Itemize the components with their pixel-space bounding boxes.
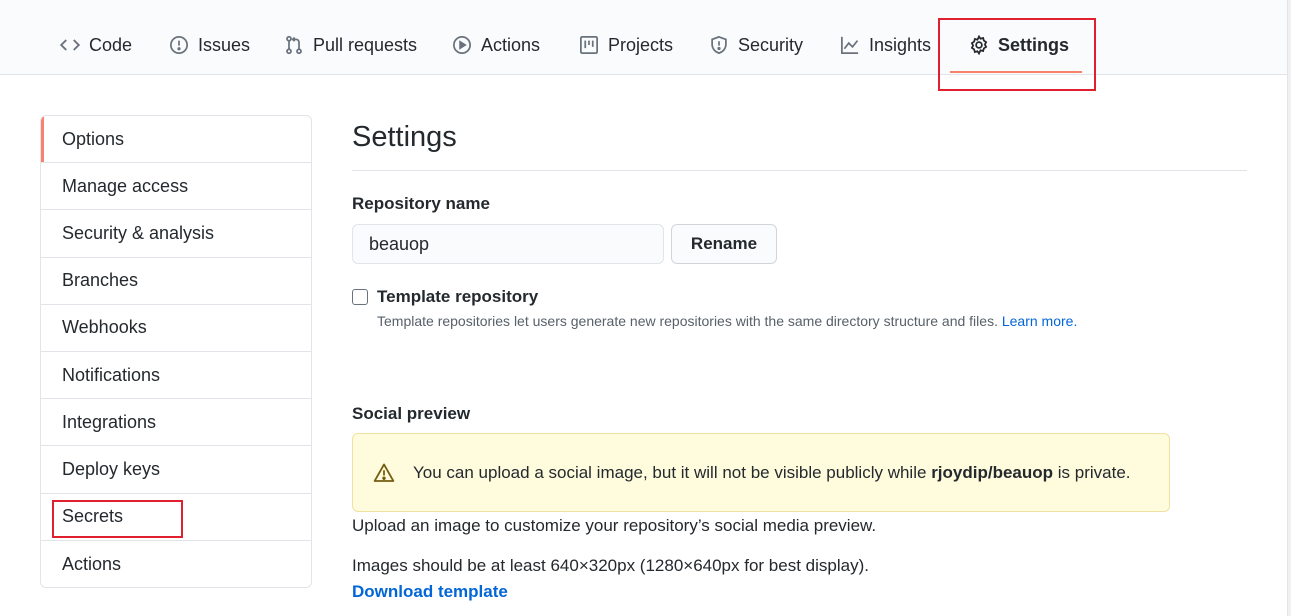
template-repository-label: Template repository [377,287,539,306]
tab-insights[interactable]: Insights [839,30,931,60]
tab-issues[interactable]: Issues [168,30,250,60]
sidebar-item-actions[interactable]: Actions [41,541,311,587]
title-divider [352,170,1247,171]
tab-security-label: Security [738,34,804,55]
warning-prefix: You can upload a social image, but it wi… [413,462,927,482]
sidebar-item-security-analysis[interactable]: Security & analysis [41,210,311,258]
sidebar-item-label: Actions [62,553,122,574]
warning-suffix: is private. [1057,462,1131,482]
alert-icon [373,462,395,484]
repo-name-label: Repository name [352,194,490,213]
sidebar-item-label: Notifications [62,364,161,385]
tab-pull-requests-label: Pull requests [313,34,418,55]
private-repo-warning: You can upload a social image, but it wi… [352,433,1170,512]
sidebar-item-label: Integrations [62,411,157,432]
sidebar-item-notifications[interactable]: Notifications [41,352,311,400]
warning-text: You can upload a social image, but it wi… [413,463,1131,483]
tab-projects-label: Projects [608,34,674,55]
tab-code-label: Code [89,34,133,55]
template-desc-text: Template repositories let users generate… [377,313,998,329]
tab-actions-label: Actions [481,34,541,55]
secrets-highlight-box [52,500,183,538]
sidebar-item-label: Manage access [62,175,189,196]
tab-code[interactable]: Code [59,30,132,60]
learn-more-link[interactable]: Learn more. [1002,313,1077,329]
page-title: Settings [352,121,457,153]
tab-projects[interactable]: Projects [578,30,673,60]
template-repository-description: Template repositories let users generate… [377,313,1077,329]
sidebar-item-label: Deploy keys [62,458,161,479]
rename-button[interactable]: Rename [671,224,777,264]
download-template-link[interactable]: Download template [352,582,508,602]
settings-highlight-box [938,18,1096,91]
scrollbar[interactable] [1287,0,1291,616]
issue-icon [168,34,190,56]
tab-actions[interactable]: Actions [451,30,540,60]
social-preview-heading: Social preview [352,404,471,423]
sidebar-item-label: Options [62,128,125,149]
sidebar-item-branches[interactable]: Branches [41,258,311,305]
sidebar-item-integrations[interactable]: Integrations [41,399,311,447]
sidebar-item-label: Webhooks [62,317,147,338]
shield-icon [708,34,730,56]
play-icon [451,34,473,56]
sidebar-item-options[interactable]: Options [41,116,311,164]
tab-security[interactable]: Security [708,30,803,60]
size-requirements: Images should be at least 640×320px (128… [352,556,869,575]
project-icon [578,34,600,56]
template-repository-checkbox[interactable] [352,289,368,305]
tab-pull-requests[interactable]: Pull requests [283,30,417,60]
sidebar-item-label: Security & analysis [62,222,215,243]
pull-request-icon [283,34,305,56]
upload-instructions: Upload an image to customize your reposi… [352,516,877,535]
sidebar-item-deploy-keys[interactable]: Deploy keys [41,446,311,494]
tab-insights-label: Insights [869,34,932,55]
sidebar-item-webhooks[interactable]: Webhooks [41,305,311,352]
sidebar-item-manage-access[interactable]: Manage access [41,163,311,211]
sidebar-item-label: Branches [62,270,139,291]
repo-full-name: rjoydip/beauop [931,462,1054,482]
code-icon [59,34,81,56]
tab-issues-label: Issues [198,34,251,55]
graph-icon [839,34,861,56]
repo-name-input[interactable] [352,224,664,264]
